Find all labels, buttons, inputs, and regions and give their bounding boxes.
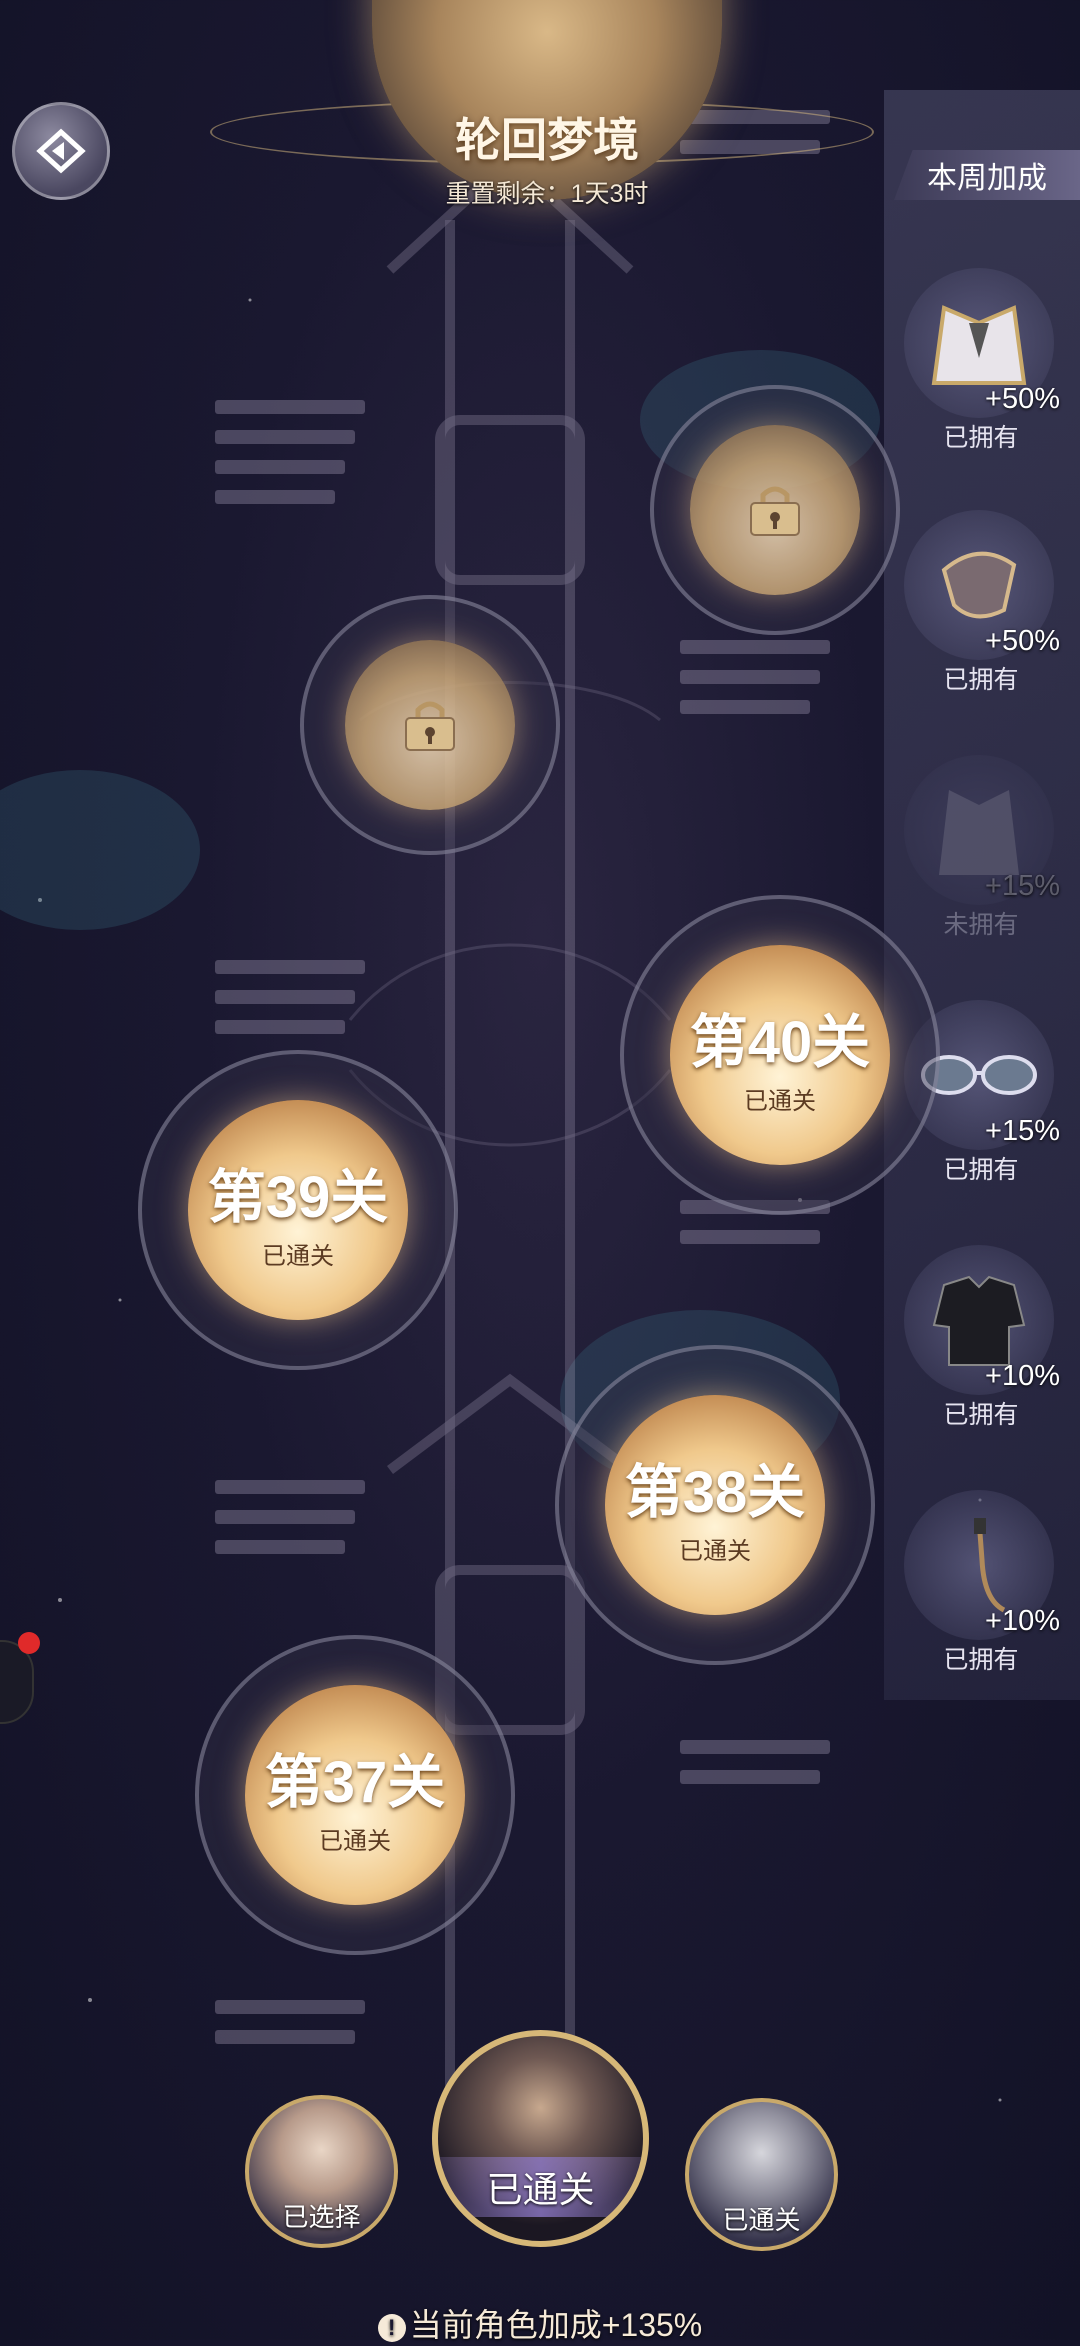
bonus-percent: +10% [985,1605,1060,1637]
level-label: 第40关 [689,1009,871,1075]
page-title: 轮回梦境 [455,114,639,166]
reset-timer: 重置剩余：1天3时 [445,180,649,208]
bonus-percent: +10% [985,1360,1060,1392]
ownership-status: 已拥有 [943,424,1019,452]
bonus-percent: +15% [985,1115,1060,1147]
weekly-bonus-tab[interactable]: 本周加成 [894,150,1080,200]
level-status: 已通关 [262,1242,334,1270]
lock-icon [405,701,455,751]
bonus-item[interactable]: +15% 未拥有 [896,755,1066,955]
character-bonus-footer[interactable]: ! 当前角色加成+135% [0,2300,1080,2346]
ownership-status: 已拥有 [943,1401,1019,1429]
bonus-item[interactable]: +10% 已拥有 [896,1245,1066,1445]
level-label: 第39关 [207,1164,389,1230]
level-label: 第37关 [264,1749,446,1815]
bonus-percent: +50% [985,383,1060,415]
character-status: 已选择 [282,2202,361,2232]
back-arrow-icon [36,128,86,174]
bonus-item[interactable]: +50% 已拥有 [896,268,1066,468]
level-status: 已通关 [319,1827,391,1855]
ownership-status: 已拥有 [943,1646,1019,1674]
ownership-status: 已拥有 [943,666,1019,694]
ownership-status: 未拥有 [943,911,1019,939]
bonus-item[interactable]: +10% 已拥有 [896,1490,1066,1690]
level-node-39[interactable]: 第39关 已通关 [138,1050,458,1370]
level-node-40[interactable]: 第40关 已通关 [620,895,940,1215]
level-status: 已通关 [744,1087,816,1115]
ownership-status: 已拥有 [943,1156,1019,1184]
bonus-item[interactable]: +50% 已拥有 [896,510,1066,710]
notification-dot [18,1632,40,1654]
locked-level-node[interactable] [650,385,900,635]
bonus-percent: +50% [985,625,1060,657]
character-status: 已通关 [438,2157,643,2217]
character-avatar-right[interactable]: 已通关 [685,2098,838,2251]
character-avatar-left[interactable]: 已选择 [245,2095,398,2248]
locked-level-node[interactable] [300,595,560,855]
character-bonus-text: 当前角色加成+135% [409,2307,703,2343]
character-avatar-selected[interactable]: 已通关 [432,2030,649,2247]
level-status: 已通关 [679,1537,751,1565]
bonus-percent: +15% [985,870,1060,902]
lock-icon [750,486,800,536]
character-status: 已通关 [722,2205,801,2235]
level-node-38[interactable]: 第38关 已通关 [555,1345,875,1665]
weekly-bonus-tab-label: 本周加成 [927,162,1047,195]
level-node-37[interactable]: 第37关 已通关 [195,1635,515,1955]
info-icon: ! [377,2313,406,2342]
level-label: 第38关 [624,1459,806,1525]
back-button[interactable] [12,102,110,200]
